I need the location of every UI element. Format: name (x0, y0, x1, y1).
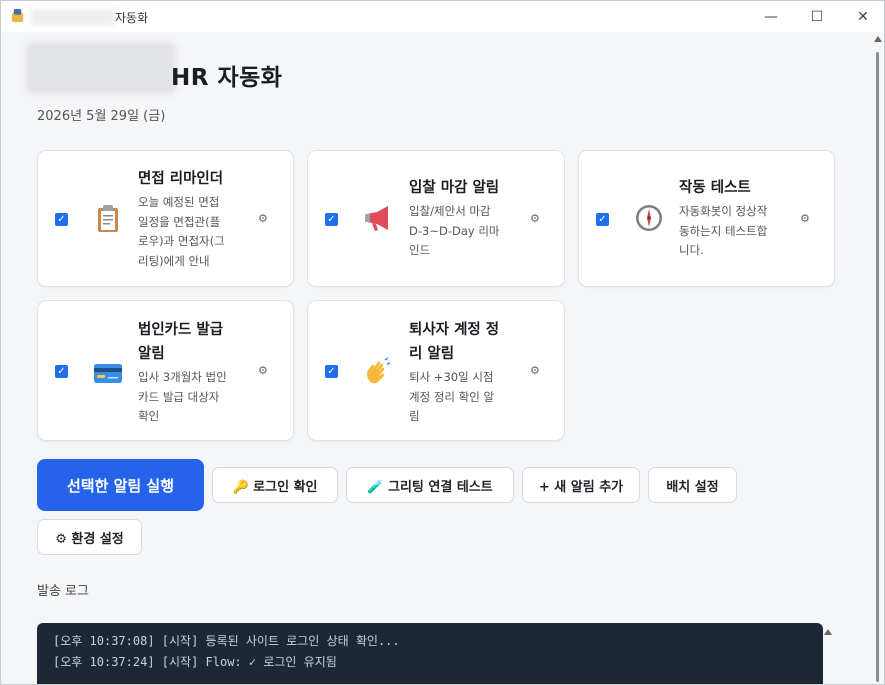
card-operation-test[interactable]: ✓ 작동 테스트 자동화봇이 정상작 동하는지 테스트합 니다. ⚙ (578, 150, 835, 287)
card-title-line: 알림 (138, 346, 165, 362)
logo-redacted (26, 42, 176, 94)
card-title-line: 퇴사자 계정 정 (409, 322, 500, 338)
card-desc-line: 일정을 면접관(플 (138, 214, 221, 229)
card-desc-line: 인드 (409, 243, 431, 257)
card-desc-line: 오늘 예정된 면접 (138, 195, 220, 209)
card-checkbox[interactable]: ✓ (55, 365, 68, 378)
card-desc-line: 로우)과 면접자(그 (138, 234, 225, 248)
card-desc-line: 계정 정리 확인 알 (409, 389, 495, 404)
log-panel[interactable]: [오후 10:37:08] [시작] 등록된 사이트 로그인 상태 확인... … (37, 623, 823, 684)
card-desc: 퇴사 +30일 시점 계정 정리 확인 알 림 (409, 368, 494, 427)
card-title: 퇴사자 계정 정 리 알림 (409, 318, 499, 366)
card-checkbox[interactable]: ✓ (55, 213, 68, 226)
card-desc: 오늘 예정된 면접 일정을 면접관(플 로우)과 면접자(그 리팅)에게 안내 (138, 193, 225, 271)
window-title: 자동화 (115, 11, 149, 25)
minimize-button[interactable]: — (748, 1, 794, 32)
card-interview-reminder[interactable]: ✓ 면접 리마인더 오늘 예정된 면접 일정을 면접관(플 로우)과 면접자(그… (37, 150, 294, 287)
log-label: 발송 로그 (37, 584, 89, 599)
card-desc-line: 입찰/제안서 마감 (409, 204, 491, 218)
card-title-line: 법인카드 발급 (138, 322, 224, 338)
card-title-line: 리 알림 (409, 346, 455, 362)
card-desc-line: 입사 3개월차 법인 (138, 370, 227, 384)
card-desc-line: 니다. (679, 243, 704, 257)
close-button[interactable]: ✕ (840, 1, 884, 32)
card-checkbox[interactable]: ✓ (325, 213, 338, 226)
login-check-button[interactable]: 🔑 로그인 확인 (212, 467, 338, 503)
card-corporate-card[interactable]: ✓ 법인카드 발급 알림 입사 3개월차 법인 카드 발급 대상자 확인 ⚙ (37, 300, 294, 441)
gear-icon[interactable]: ⚙ (530, 364, 540, 377)
credit-card-icon (94, 364, 122, 383)
waving-hand-icon (367, 357, 391, 384)
card-desc-line: 림 (409, 409, 420, 423)
gear-icon[interactable]: ⚙ (530, 212, 540, 225)
card-title: 입찰 마감 알림 (409, 180, 500, 196)
card-title: 법인카드 발급 알림 (138, 318, 223, 366)
megaphone-icon (365, 206, 388, 231)
add-alert-button[interactable]: + 새 알림 추가 (522, 467, 640, 503)
log-line: [오후 10:37:24] [시작] Flow: ✓ 로그인 유지됨 (53, 655, 337, 669)
compass-icon (636, 205, 662, 231)
main-scrollbar[interactable] (871, 32, 884, 684)
greeting-test-button[interactable]: 🧪 그리팅 연결 테스트 (346, 467, 514, 503)
card-desc-line: 동하는지 테스트합 (679, 223, 768, 238)
card-desc-line: 퇴사 +30일 시점 (409, 370, 494, 384)
clipboard-icon (98, 205, 118, 232)
log-scroll-up-arrow[interactable] (824, 629, 832, 635)
card-desc-line: 리팅)에게 안내 (138, 253, 210, 268)
batch-settings-button[interactable]: 배치 설정 (648, 467, 737, 503)
app-window: 자동화 — ☐ ✕ HR 자동화 2026년 5월 29일 (금) ✓ 면접 리… (0, 0, 885, 685)
card-checkbox[interactable]: ✓ (325, 365, 338, 378)
card-desc-line: 카드 발급 대상자 (138, 389, 220, 404)
run-selected-button[interactable]: 선택한 알림 실행 (37, 459, 204, 511)
env-settings-button[interactable]: ⚙ 환경 설정 (37, 519, 142, 555)
page-date: 2026년 5월 29일 (금) (37, 109, 166, 124)
scroll-thumb[interactable] (876, 52, 879, 682)
card-bid-deadline[interactable]: ✓ 입찰 마감 알림 입찰/제안서 마감 D-3~D-Day 리마 인드 ⚙ (307, 150, 565, 287)
card-title: 면접 리마인더 (138, 171, 224, 187)
log-line: [오후 10:37:08] [시작] 등록된 사이트 로그인 상태 확인... (53, 634, 400, 648)
card-desc-line: 자동화봇이 정상작 (679, 204, 768, 218)
card-checkbox[interactable]: ✓ (596, 213, 609, 226)
title-redacted (31, 9, 115, 25)
card-offboarding[interactable]: ✓ 퇴사자 계정 정 리 알림 퇴사 +30일 시점 계정 정리 확인 알 림 … (307, 300, 565, 441)
title-bar: 자동화 — ☐ ✕ (1, 1, 884, 32)
card-title: 작동 테스트 (679, 180, 751, 196)
gear-icon[interactable]: ⚙ (258, 364, 268, 377)
scroll-up-arrow[interactable] (874, 36, 882, 42)
card-desc: 자동화봇이 정상작 동하는지 테스트합 니다. (679, 202, 767, 261)
card-desc: 입찰/제안서 마감 D-3~D-Day 리마 인드 (409, 202, 500, 261)
maximize-button[interactable]: ☐ (794, 1, 840, 32)
main-content: HR 자동화 2026년 5월 29일 (금) ✓ 면접 리마인더 오늘 예정된… (1, 32, 871, 684)
card-desc-line: 확인 (138, 409, 160, 423)
gear-icon[interactable]: ⚙ (258, 212, 268, 225)
page-title: HR 자동화 (171, 65, 283, 91)
card-desc-line: D-3~D-Day 리마 (409, 223, 500, 238)
card-desc: 입사 3개월차 법인 카드 발급 대상자 확인 (138, 368, 227, 427)
app-icon (11, 8, 24, 23)
gear-icon[interactable]: ⚙ (800, 212, 810, 225)
